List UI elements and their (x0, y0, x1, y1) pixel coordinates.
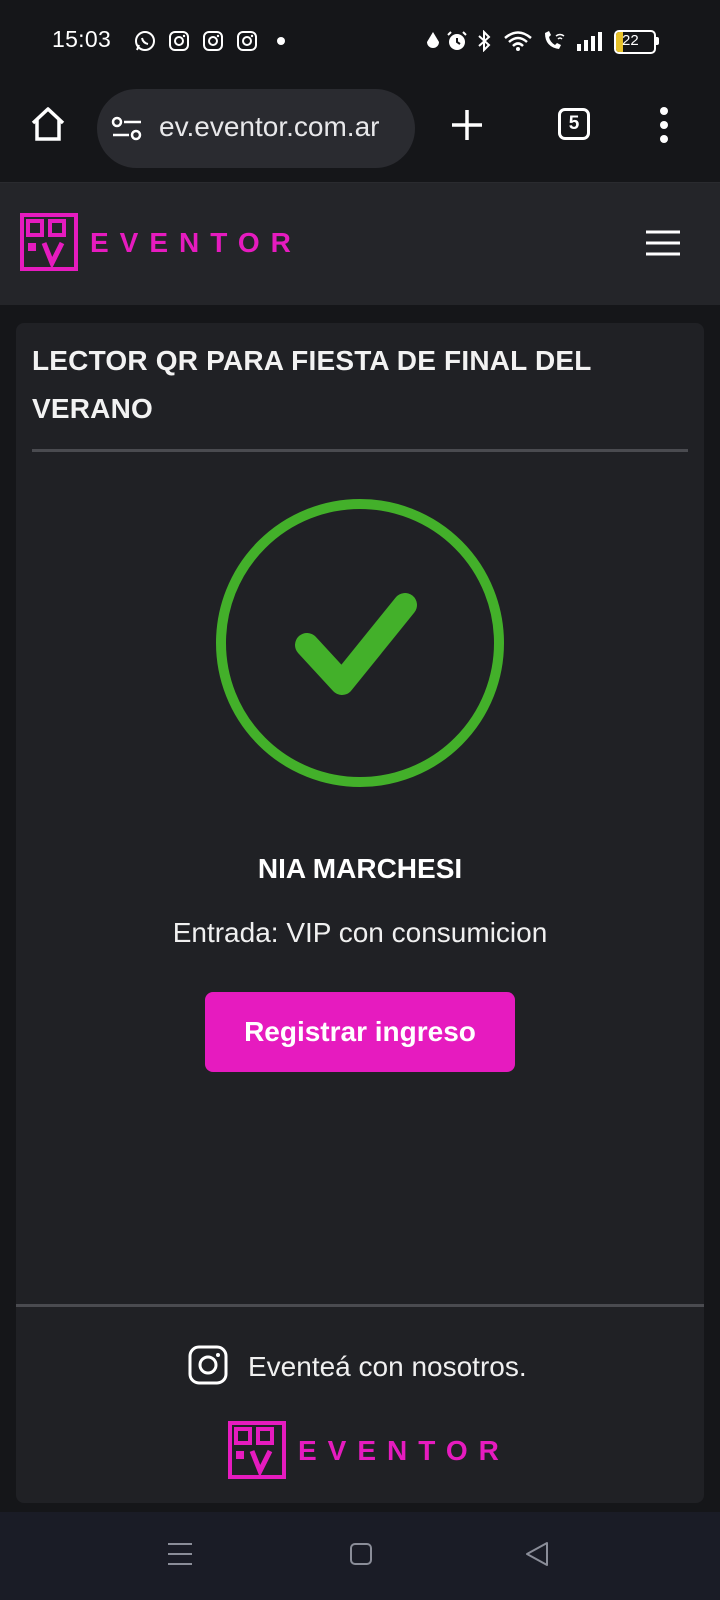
register-entry-button[interactable]: Registrar ingreso (205, 992, 515, 1072)
signal-icon (577, 32, 602, 51)
wifi-calling-icon (545, 31, 565, 49)
battery-level: 22 (622, 32, 639, 49)
wifi-icon (504, 31, 532, 51)
more-options-icon[interactable] (658, 106, 670, 144)
instagram-icon[interactable] (188, 1345, 228, 1385)
site-settings-icon[interactable] (111, 115, 143, 143)
system-nav-bar (0, 1512, 720, 1600)
card-title: LECTOR QR PARA FIESTA DE FINAL DEL VERAN… (32, 345, 592, 424)
browser-toolbar: ev.eventor.com.ar 5 (0, 80, 720, 183)
new-tab-icon[interactable] (450, 108, 484, 142)
status-bar: 15:03 22 (0, 0, 720, 80)
footer-divider (16, 1304, 704, 1307)
ticket-type: Entrada: VIP con consumicion (172, 917, 548, 948)
eventor-logo-mark (228, 1421, 286, 1479)
address-bar[interactable]: ev.eventor.com.ar (97, 89, 415, 168)
tab-switcher-button[interactable]: 5 (558, 108, 590, 140)
instagram-icon (237, 31, 257, 51)
drop-icon (427, 32, 439, 48)
dot-icon (277, 37, 285, 45)
hamburger-menu-icon[interactable] (644, 229, 682, 257)
url-text[interactable]: ev.eventor.com.ar (159, 111, 409, 143)
status-time: 15:03 (52, 26, 112, 52)
battery-icon: 22 (614, 30, 659, 54)
check-circle-icon (216, 499, 504, 787)
instagram-icon (169, 31, 189, 51)
whatsapp-icon (135, 31, 155, 51)
home-icon[interactable] (28, 104, 68, 144)
bluetooth-icon (478, 30, 491, 52)
back-icon[interactable] (524, 1541, 550, 1567)
footer-logo-text: EVENTOR (298, 1435, 510, 1466)
footer-eventor-logo: EVENTOR (228, 1421, 499, 1484)
recent-apps-icon[interactable] (167, 1542, 193, 1566)
scanner-card: LECTOR QR PARA FIESTA DE FINAL DEL VERAN… (16, 323, 704, 1503)
alarm-icon (447, 31, 467, 50)
footer-tagline[interactable]: Eventeá con nosotros. (248, 1351, 527, 1383)
eventor-logo-text: EVENTOR (90, 227, 302, 258)
instagram-icon (203, 31, 223, 51)
title-divider (32, 449, 688, 452)
home-nav-icon[interactable] (349, 1542, 373, 1566)
guest-name: NIA MARCHESI (257, 853, 463, 884)
site-header: EVENTOR (0, 183, 720, 305)
eventor-logo-mark (20, 213, 78, 271)
eventor-logo[interactable]: EVENTOR (20, 213, 291, 276)
